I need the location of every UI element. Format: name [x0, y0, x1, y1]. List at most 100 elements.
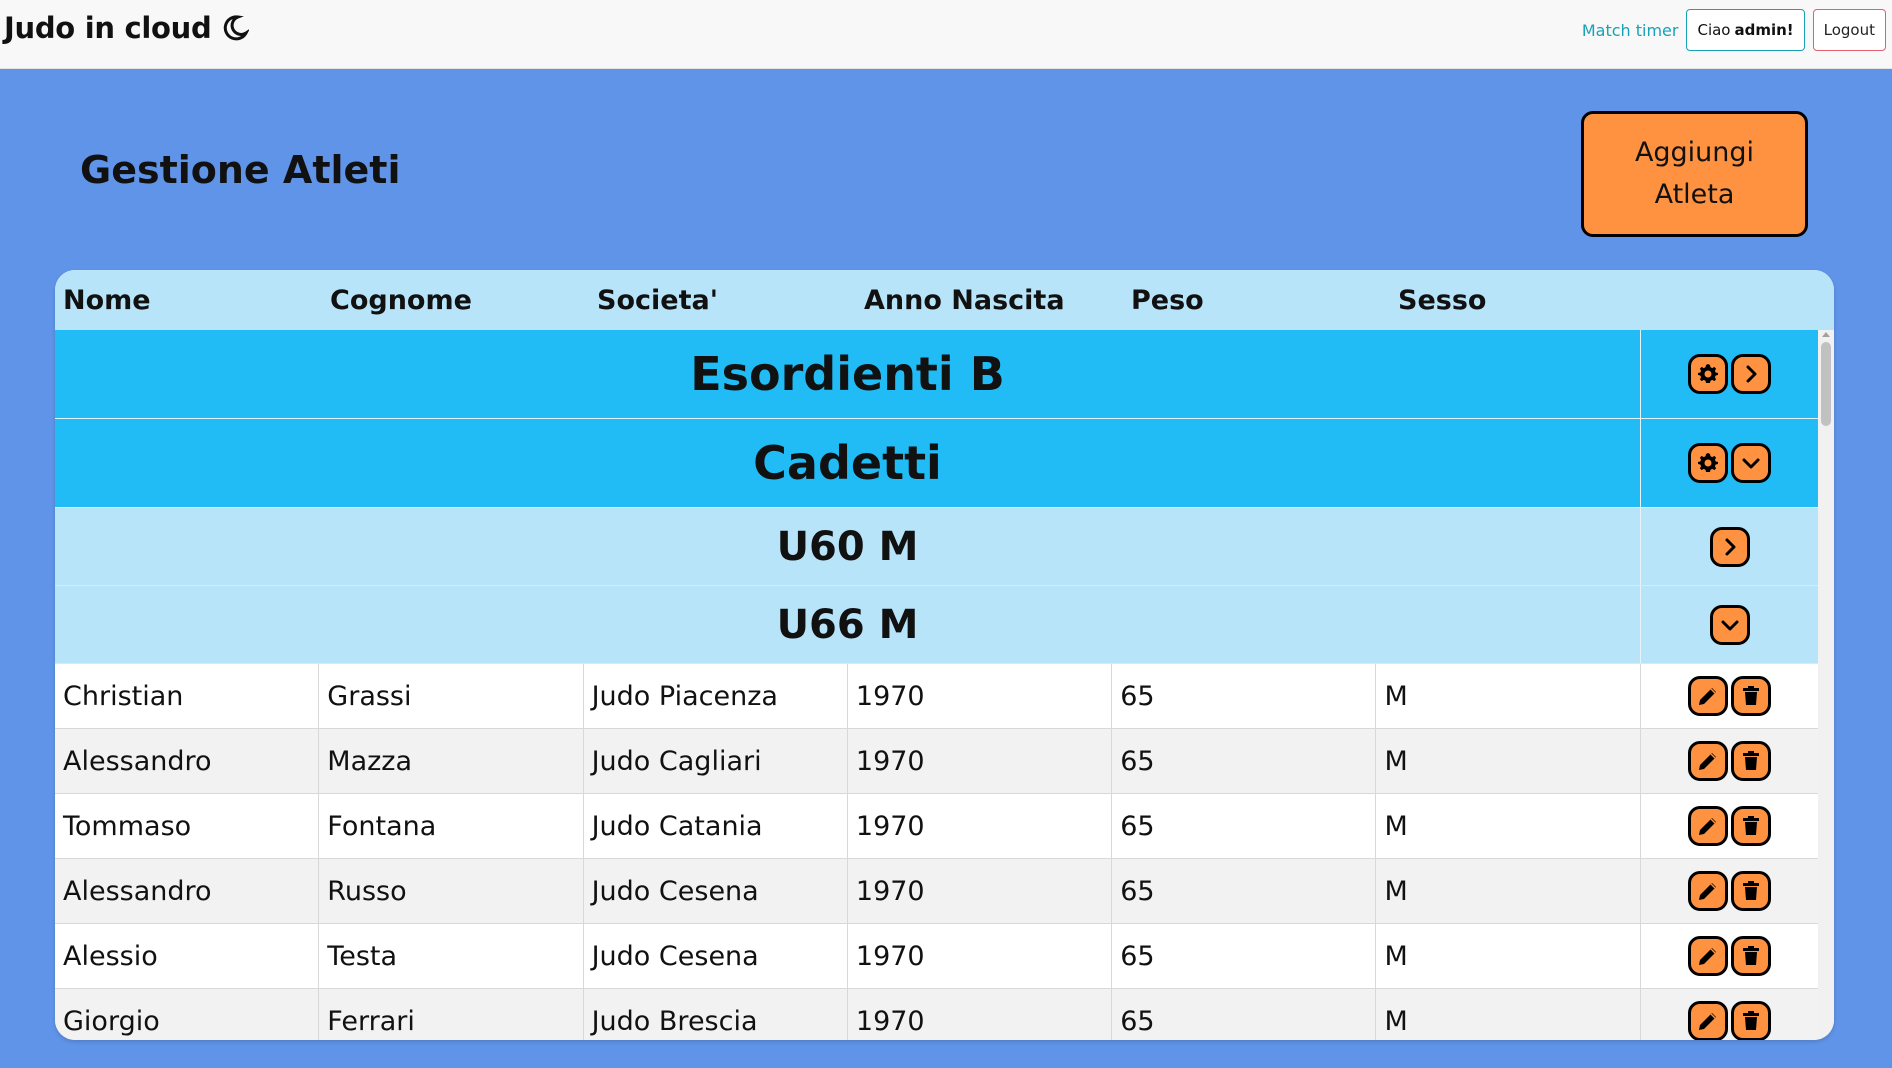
cell-anno: 1970 [848, 924, 1113, 988]
edit-button[interactable] [1687, 741, 1728, 781]
group-title: Esordienti B [55, 330, 1641, 418]
header-peso: Peso [1131, 284, 1204, 316]
cell-nome: Alessio [55, 924, 320, 988]
subgroup-title: U66 M [55, 586, 1641, 663]
delete-button[interactable] [1730, 871, 1771, 911]
cell-societa: Judo Catania [584, 794, 848, 858]
cell-peso: 65 [1112, 924, 1377, 988]
cell-peso: 65 [1112, 989, 1377, 1040]
trash-icon [1739, 1009, 1763, 1033]
brand-title: Judo in cloud [4, 11, 212, 45]
table-row: Alessandro Russo Judo Cesena 1970 65 M [55, 859, 1818, 924]
cell-societa: Judo Cesena [584, 924, 848, 988]
add-athlete-button[interactable]: Aggiungi Atleta [1581, 111, 1808, 237]
cell-societa: Judo Cagliari [584, 729, 848, 793]
table-row: Christian Grassi Judo Piacenza 1970 65 M [55, 664, 1818, 729]
cell-cognome: Testa [319, 924, 584, 988]
cell-cognome: Russo [319, 859, 584, 923]
subgroup-title: U60 M [55, 508, 1641, 585]
cell-sesso: M [1376, 729, 1641, 793]
group-collapse-button[interactable] [1731, 443, 1771, 483]
header-cognome: Cognome [330, 284, 472, 316]
trash-icon [1739, 684, 1763, 708]
moon-icon[interactable] [221, 14, 251, 42]
pencil-icon [1696, 684, 1720, 708]
scroll-up-arrow-icon[interactable] [1822, 332, 1830, 337]
page-title: Gestione Atleti [80, 148, 401, 192]
edit-button[interactable] [1687, 806, 1728, 846]
gear-icon [1696, 451, 1720, 475]
subgroup-row-u66m: U66 M [55, 586, 1818, 664]
cell-nome: Alessandro [55, 729, 320, 793]
subgroup-row-u60m: U60 M [55, 508, 1818, 586]
edit-button[interactable] [1687, 1001, 1728, 1040]
header-societa: Societa' [597, 284, 718, 316]
cell-anno: 1970 [848, 989, 1113, 1040]
delete-button[interactable] [1730, 676, 1771, 716]
delete-button[interactable] [1730, 741, 1771, 781]
chevron-down-icon [1739, 451, 1763, 475]
table-scrollbar[interactable] [1818, 330, 1834, 1040]
logout-button[interactable]: Logout [1812, 9, 1886, 51]
cell-anno: 1970 [848, 794, 1113, 858]
cell-anno: 1970 [848, 729, 1113, 793]
chevron-down-icon [1718, 613, 1742, 637]
delete-button[interactable] [1730, 1001, 1771, 1040]
delete-button[interactable] [1730, 936, 1771, 976]
trash-icon [1739, 814, 1763, 838]
cell-peso: 65 [1112, 794, 1377, 858]
cell-peso: 65 [1112, 664, 1377, 728]
edit-button[interactable] [1687, 676, 1728, 716]
match-timer-link[interactable]: Match timer [1582, 21, 1679, 40]
table-body: Esordienti B Cadetti U60 M U66 M Christi… [55, 330, 1818, 1040]
group-expand-button[interactable] [1731, 354, 1771, 394]
edit-button[interactable] [1687, 936, 1728, 976]
user-button[interactable]: Ciao admin! [1686, 9, 1805, 51]
edit-button[interactable] [1687, 871, 1728, 911]
group-settings-button[interactable] [1688, 443, 1728, 483]
pencil-icon [1696, 944, 1720, 968]
scroll-thumb[interactable] [1821, 342, 1831, 426]
cell-cognome: Grassi [319, 664, 584, 728]
delete-button[interactable] [1730, 806, 1771, 846]
cell-peso: 65 [1112, 729, 1377, 793]
cell-cognome: Mazza [319, 729, 584, 793]
brand[interactable]: Judo in cloud [4, 11, 251, 45]
pencil-icon [1696, 814, 1720, 838]
group-row-esordienti-b: Esordienti B [55, 330, 1818, 419]
header-sesso: Sesso [1398, 284, 1487, 316]
trash-icon [1739, 944, 1763, 968]
top-navbar: Judo in cloud Match timer Ciao admin! Lo… [0, 0, 1892, 69]
group-settings-button[interactable] [1688, 354, 1728, 394]
table-row: Tommaso Fontana Judo Catania 1970 65 M [55, 794, 1818, 859]
header-anno-nascita: Anno Nascita [864, 284, 1065, 316]
cell-cognome: Fontana [319, 794, 584, 858]
chevron-right-icon [1718, 535, 1742, 559]
cell-nome: Giorgio [55, 989, 320, 1040]
cell-nome: Christian [55, 664, 320, 728]
cell-sesso: M [1376, 664, 1641, 728]
cell-peso: 65 [1112, 859, 1377, 923]
cell-sesso: M [1376, 989, 1641, 1040]
cell-sesso: M [1376, 794, 1641, 858]
table-row: Alessandro Mazza Judo Cagliari 1970 65 M [55, 729, 1818, 794]
group-row-cadetti: Cadetti [55, 419, 1818, 508]
pencil-icon [1696, 749, 1720, 773]
subgroup-expand-button[interactable] [1709, 526, 1750, 567]
cell-cognome: Ferrari [319, 989, 584, 1040]
group-title: Cadetti [55, 419, 1641, 507]
cell-societa: Judo Cesena [584, 859, 848, 923]
cell-sesso: M [1376, 859, 1641, 923]
cell-nome: Tommaso [55, 794, 320, 858]
subgroup-collapse-button[interactable] [1709, 604, 1750, 645]
table-row: Alessio Testa Judo Cesena 1970 65 M [55, 924, 1818, 989]
gear-icon [1696, 362, 1720, 386]
cell-societa: Judo Brescia [584, 989, 848, 1040]
cell-anno: 1970 [848, 664, 1113, 728]
table-header: Nome Cognome Societa' Anno Nascita Peso … [55, 270, 1834, 330]
cell-nome: Alessandro [55, 859, 320, 923]
pencil-icon [1696, 1009, 1720, 1033]
cell-anno: 1970 [848, 859, 1113, 923]
header-nome: Nome [63, 284, 151, 316]
cell-societa: Judo Piacenza [584, 664, 848, 728]
